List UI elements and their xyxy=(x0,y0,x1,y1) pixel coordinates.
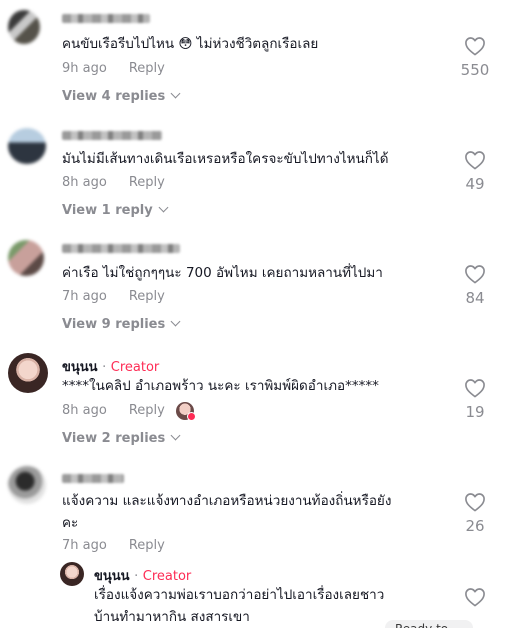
like-count: 19 xyxy=(465,403,485,421)
like-button[interactable]: 84 xyxy=(455,264,495,307)
username: ขนุนน xyxy=(94,569,130,584)
avatar[interactable] xyxy=(8,353,48,393)
comment-text: ค่าเรือ ไม่ใช่ถูกๆๆนะ 700 อัพไหม เคยถามห… xyxy=(62,265,383,281)
comment-text: มันไม่มีเส้นทางเดินเรือเหรอหรือใครจะขับไ… xyxy=(62,151,389,167)
like-count: 550 xyxy=(460,61,490,79)
like-count: 49 xyxy=(465,175,485,193)
reply-author[interactable]: ขนุนน · Creator xyxy=(94,565,191,586)
reply-button[interactable]: Reply xyxy=(129,289,165,304)
reply-button[interactable]: Reply xyxy=(129,538,165,553)
comment-time: 7h ago xyxy=(62,538,107,553)
view-replies-label: View 4 replies xyxy=(62,89,166,104)
comment-meta: 8h ago Reply xyxy=(62,403,165,418)
creator-liked-heart-icon xyxy=(187,412,196,421)
comment-text-line: คะ xyxy=(62,515,79,531)
heart-icon xyxy=(465,37,485,56)
comment-text: คนขับเรือรีบไปไหน 😳 ไม่ห่วงชีวิตลูกเรือเ… xyxy=(62,36,319,52)
chevron-down-icon xyxy=(158,202,169,213)
reply-text-line: บ้านทำมาหากิน สงสารเขา xyxy=(94,609,250,625)
view-replies-label: View 9 replies xyxy=(62,317,166,332)
username-redacted[interactable] xyxy=(62,474,124,483)
reply-button[interactable]: Reply xyxy=(129,61,165,76)
like-button[interactable]: 550 xyxy=(455,36,495,79)
username-redacted[interactable] xyxy=(62,244,180,253)
view-replies-button[interactable]: View 2 replies xyxy=(62,430,181,446)
reply-button[interactable]: Reply xyxy=(129,403,165,418)
view-replies-button[interactable]: View 1 reply xyxy=(62,202,169,218)
heart-icon xyxy=(465,379,485,398)
comment-time: 8h ago xyxy=(62,403,107,418)
avatar[interactable] xyxy=(8,10,40,44)
comment-meta: 7h ago Reply xyxy=(62,538,165,553)
comment-text-line: แจ้งความ และแจ้งทางอำเภอหรือหน่วยงานท้อง… xyxy=(62,493,392,509)
chevron-down-icon xyxy=(170,316,181,327)
creator-badge: Creator xyxy=(110,360,160,375)
separator: · xyxy=(102,360,107,375)
username: ขนุนน xyxy=(62,360,98,375)
avatar[interactable] xyxy=(8,128,46,164)
avatar[interactable] xyxy=(8,240,44,276)
avatar[interactable] xyxy=(60,562,84,586)
like-count: 84 xyxy=(465,289,485,307)
avatar[interactable] xyxy=(8,466,46,504)
heart-icon xyxy=(465,265,485,284)
like-count: 26 xyxy=(465,517,485,535)
comment-time: 7h ago xyxy=(62,289,107,304)
comment-text: แจ้งความ และแจ้งทางอำเภอหรือหน่วยงานท้อง… xyxy=(62,490,462,534)
username-redacted[interactable] xyxy=(62,14,150,23)
like-button[interactable]: 19 xyxy=(455,378,495,421)
heart-icon xyxy=(465,151,485,170)
heart-icon xyxy=(465,493,485,512)
chevron-down-icon xyxy=(170,88,181,99)
comment-text: ****ในคลิป อำเภอพร้าว นะคะ เราพิมพ์ผิดอำ… xyxy=(62,378,379,394)
heart-icon xyxy=(465,588,485,607)
reply-text-line: เรื่องแจ้งความพ่อเราบอกว่าอย่าไปเอาเรื่อ… xyxy=(94,587,385,603)
view-replies-label: View 1 reply xyxy=(62,203,153,218)
like-button[interactable] xyxy=(455,587,495,607)
comment-meta: 7h ago Reply xyxy=(62,289,165,304)
status-overlay: Ready to ... xyxy=(385,620,474,628)
comment-meta: 8h ago Reply xyxy=(62,175,165,190)
like-button[interactable]: 49 xyxy=(455,150,495,193)
like-button[interactable]: 26 xyxy=(455,492,495,535)
comment-author[interactable]: ขนุนน · Creator xyxy=(62,356,159,377)
creator-badge: Creator xyxy=(142,569,192,584)
reply-button[interactable]: Reply xyxy=(129,175,165,190)
view-replies-button[interactable]: View 4 replies xyxy=(62,88,181,104)
comment-time: 8h ago xyxy=(62,175,107,190)
view-replies-button[interactable]: View 9 replies xyxy=(62,316,181,332)
comment-time: 9h ago xyxy=(62,61,107,76)
view-replies-label: View 2 replies xyxy=(62,431,166,446)
username-redacted[interactable] xyxy=(62,131,162,140)
separator: · xyxy=(134,569,139,584)
reply-text: เรื่องแจ้งความพ่อเราบอกว่าอย่าไปเอาเรื่อ… xyxy=(94,584,434,628)
comment-meta: 9h ago Reply xyxy=(62,61,165,76)
chevron-down-icon xyxy=(170,430,181,441)
